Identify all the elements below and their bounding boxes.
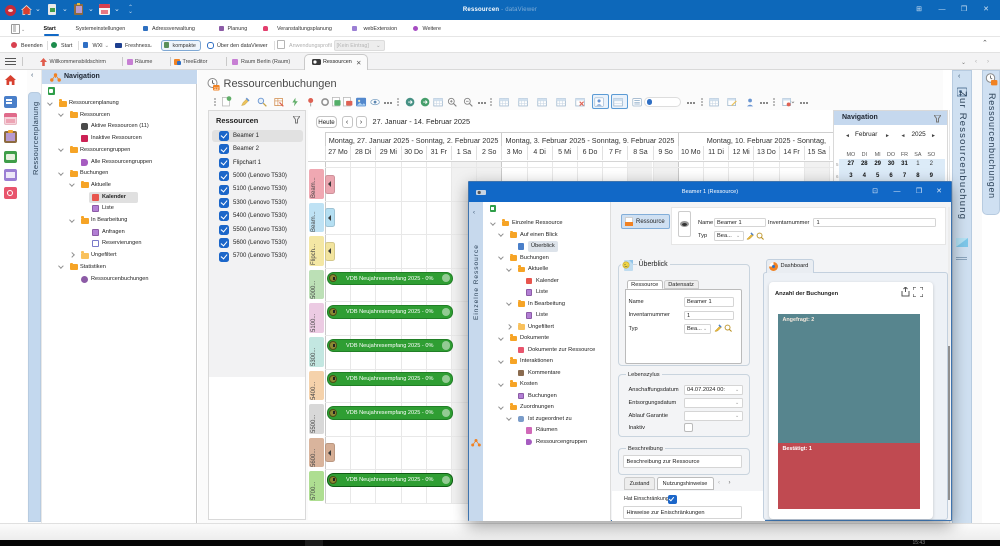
svg-text:12: 12 — [213, 86, 219, 91]
